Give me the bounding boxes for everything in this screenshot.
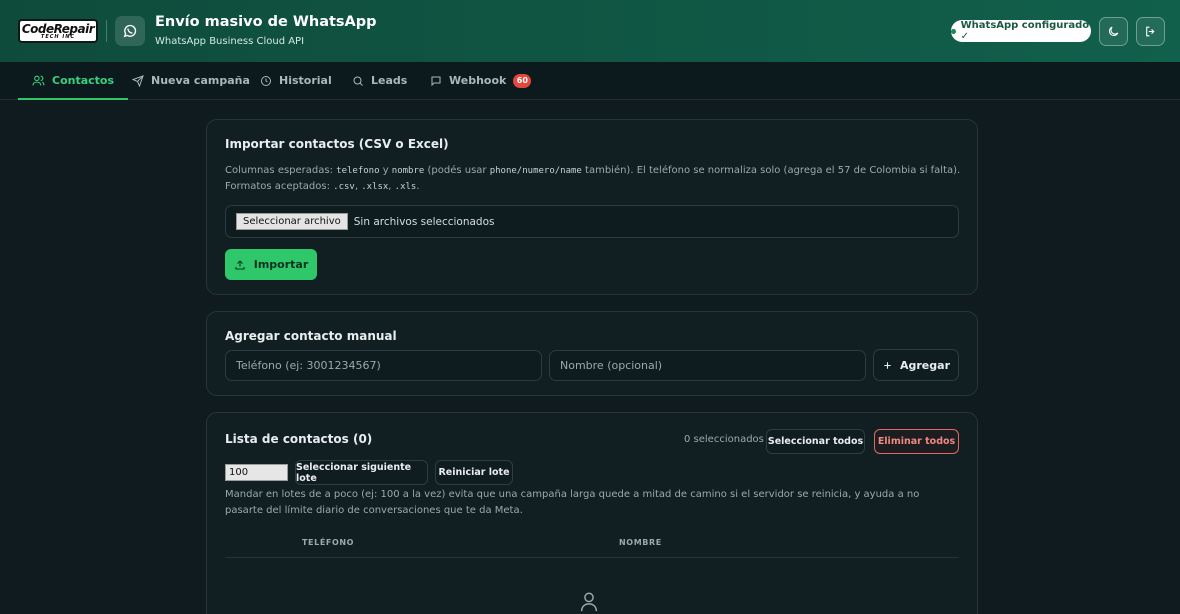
- clock-icon: [261, 75, 271, 86]
- reset-batch-button[interactable]: Reiniciar lote: [435, 460, 513, 485]
- card-title: Agregar contacto manual: [225, 329, 397, 343]
- app-title: Envío masivo de WhatsApp: [155, 14, 377, 30]
- tab-label: Leads: [371, 74, 408, 87]
- import-button-label: Importar: [253, 258, 309, 271]
- name-input[interactable]: Nombre (opcional): [549, 350, 866, 381]
- logo-subtext: TECH INC: [40, 33, 76, 40]
- search-icon: [353, 76, 363, 86]
- delete-all-button[interactable]: Eliminar todos: [874, 429, 959, 454]
- whatsapp-status-badge: WhatsApp configurado ✓: [951, 20, 1091, 42]
- select-next-batch-button[interactable]: Seleccionar siguiente lote: [295, 460, 428, 485]
- theme-toggle-button[interactable]: [1099, 17, 1128, 46]
- select-all-button[interactable]: Seleccionar todos: [766, 429, 865, 454]
- app-subtitle: WhatsApp Business Cloud API: [155, 36, 305, 47]
- tab-leads[interactable]: Leads: [352, 62, 407, 99]
- contact-list-card: Lista de contactos (0) 0 seleccionados S…: [206, 412, 978, 614]
- card-title: Importar contactos (CSV o Excel): [225, 137, 449, 151]
- whatsapp-icon: [115, 16, 145, 46]
- phone-input[interactable]: Teléfono (ej: 3001234567): [225, 350, 542, 381]
- add-button-label: Agregar: [900, 358, 950, 372]
- logo-text: CodeRepair: [21, 21, 95, 36]
- company-logo: CodeRepair TECH INC: [18, 19, 98, 43]
- message-icon: [431, 76, 441, 86]
- file-status: Sin archivos seleccionados: [353, 215, 495, 228]
- top-header: CodeRepair TECH INC Envío masivo de What…: [0, 0, 1180, 62]
- user-icon: [32, 75, 45, 86]
- import-button[interactable]: Importar: [225, 249, 317, 280]
- tab-historial[interactable]: Historial: [260, 62, 332, 99]
- empty-user-icon: [580, 592, 598, 612]
- tab-contactos[interactable]: Contactos: [18, 62, 129, 100]
- table-divider: [225, 557, 959, 558]
- plus-icon: [884, 361, 891, 369]
- card-title: Lista de contactos (0): [225, 432, 373, 446]
- tab-label: Contactos: [52, 74, 115, 87]
- logout-button[interactable]: [1136, 17, 1165, 46]
- column-header-name: NOMBRE: [619, 538, 662, 547]
- status-dot-icon: [951, 28, 956, 34]
- status-text: WhatsApp configurado ✓: [960, 20, 1090, 42]
- column-header-phone: TELÉFONO: [302, 538, 355, 547]
- logout-icon: [1146, 26, 1155, 37]
- tab-webhook[interactable]: Webhook 60: [430, 62, 532, 99]
- header-divider: [106, 20, 107, 42]
- choose-file-button[interactable]: Seleccionar archivo: [236, 213, 348, 230]
- upload-icon: [235, 259, 245, 270]
- file-picker[interactable]: Seleccionar archivo Sin archivos selecci…: [225, 205, 959, 238]
- tab-label: Nueva campaña: [151, 74, 250, 87]
- import-contacts-card: Importar contactos (CSV o Excel) Columna…: [206, 119, 978, 295]
- tab-label: Webhook: [449, 74, 507, 87]
- moon-icon: [1108, 26, 1119, 37]
- tab-label: Historial: [279, 74, 332, 87]
- batch-help-text: Mandar en lotes de a poco (ej: 100 a la …: [225, 489, 920, 516]
- selected-count: 0 seleccionados: [684, 434, 764, 445]
- batch-size-input[interactable]: 100: [225, 464, 288, 481]
- manual-contact-card: Agregar contacto manual Teléfono (ej: 30…: [206, 311, 978, 396]
- webhook-count-badge: 60: [513, 73, 532, 88]
- send-icon: [132, 74, 144, 87]
- main-tabs: Contactos Nueva campaña Historial Leads …: [0, 62, 1180, 100]
- add-contact-button[interactable]: Agregar: [873, 349, 959, 381]
- import-description: Columnas esperadas: telefono y nombre (p…: [225, 165, 961, 192]
- tab-nueva-campana[interactable]: Nueva campaña: [132, 62, 250, 99]
